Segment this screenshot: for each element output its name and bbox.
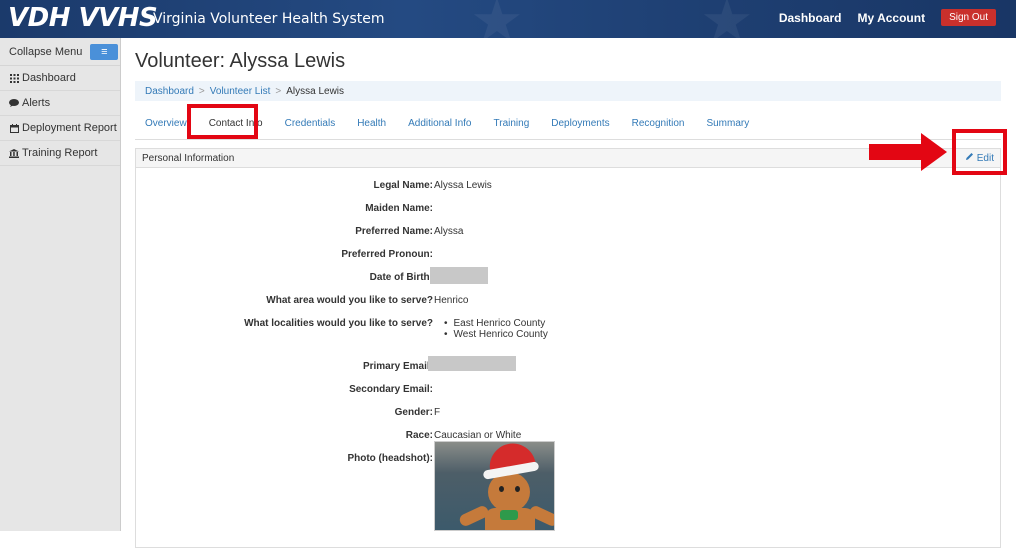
field-label: Maiden Name: xyxy=(365,203,433,214)
calendar-icon xyxy=(9,123,19,133)
field-label: Gender: xyxy=(394,407,433,418)
sidebar-item-label: Training Report xyxy=(22,147,98,159)
sidebar: Collapse Menu ≡ Dashboard Alerts Deploym… xyxy=(0,38,121,531)
breadcrumb-separator: > xyxy=(275,85,282,97)
sidebar-item-alerts[interactable]: Alerts xyxy=(0,91,120,116)
sidebar-item-training-report[interactable]: Training Report xyxy=(0,141,120,166)
field-value: Henrico xyxy=(434,295,469,306)
tab-credentials[interactable]: Credentials xyxy=(285,118,336,129)
field-label: Legal Name: xyxy=(373,180,433,191)
tab-deployments[interactable]: Deployments xyxy=(551,118,609,129)
page-title: Volunteer: Alyssa Lewis xyxy=(135,50,346,72)
sign-out-button[interactable]: Sign Out xyxy=(941,9,996,26)
sidebar-item-dashboard[interactable]: Dashboard xyxy=(0,66,120,91)
list-item: East Henrico County xyxy=(444,318,548,329)
chat-icon xyxy=(9,99,19,107)
sidebar-item-label: Alerts xyxy=(22,97,51,109)
headshot-photo xyxy=(434,441,555,531)
tab-overview[interactable]: Overview xyxy=(145,118,187,129)
breadcrumb-separator: > xyxy=(198,85,205,97)
red-arrow-icon xyxy=(869,133,947,171)
main-content: Volunteer: Alyssa Lewis Dashboard > Volu… xyxy=(135,38,1001,548)
breadcrumb-dashboard[interactable]: Dashboard xyxy=(145,86,194,97)
field-value: F xyxy=(434,407,441,418)
localities-list: East Henrico County West Henrico County xyxy=(444,318,548,340)
field-label: Race: xyxy=(405,430,433,441)
brand-logo[interactable]: VDH VVHS xyxy=(8,3,158,33)
redacted-email xyxy=(428,356,516,371)
collapse-menu-button[interactable]: ≡ xyxy=(90,43,119,60)
breadcrumb: Dashboard > Volunteer List > Alyssa Lewi… xyxy=(135,81,1001,101)
collapse-menu-label: Collapse Menu xyxy=(9,45,83,58)
collapse-menu-row: Collapse Menu ≡ xyxy=(0,38,120,66)
field-label: Primary Email: xyxy=(362,361,433,372)
redacted-dob xyxy=(430,267,488,284)
tab-training[interactable]: Training xyxy=(494,118,530,129)
list-item: West Henrico County xyxy=(444,329,548,340)
tab-recognition[interactable]: Recognition xyxy=(632,118,685,129)
field-value: Caucasian or White xyxy=(434,430,522,441)
highlight-box-edit xyxy=(952,129,1007,175)
tab-additional-info[interactable]: Additional Info xyxy=(408,118,471,129)
field-value: Alyssa xyxy=(434,226,464,237)
field-value: Alyssa Lewis xyxy=(434,180,492,191)
bank-icon xyxy=(9,148,19,158)
sidebar-item-deployment-report[interactable]: Deployment Report xyxy=(0,116,120,141)
field-label: What area would you like to serve? xyxy=(266,295,433,306)
field-label: Preferred Name: xyxy=(355,226,433,237)
personal-info-panel: Personal Information Edit Legal Name: Al… xyxy=(135,148,1001,548)
field-label: Date of Birth: xyxy=(369,272,433,283)
hamburger-icon: ≡ xyxy=(101,45,108,58)
highlight-box-contact-tab xyxy=(187,104,258,139)
panel-title: Personal Information xyxy=(142,152,235,164)
brand-subtitle: Virginia Volunteer Health System xyxy=(153,11,385,27)
tab-summary[interactable]: Summary xyxy=(706,118,749,129)
breadcrumb-volunteer-list[interactable]: Volunteer List xyxy=(210,86,271,97)
breadcrumb-current: Alyssa Lewis xyxy=(286,85,345,97)
nav-dashboard-link[interactable]: Dashboard xyxy=(779,11,842,25)
field-label: Photo (headshot): xyxy=(347,453,433,464)
field-label: Secondary Email: xyxy=(349,384,433,395)
nav-my-account-link[interactable]: My Account xyxy=(858,11,926,25)
grid-icon xyxy=(9,73,19,83)
field-label: Preferred Pronoun: xyxy=(341,249,433,260)
tab-health[interactable]: Health xyxy=(357,118,386,129)
field-label: What localities would you like to serve? xyxy=(244,318,433,329)
sidebar-item-label: Dashboard xyxy=(22,72,76,84)
top-navbar: ★ ★ VDH VVHS Virginia Volunteer Health S… xyxy=(0,0,1016,38)
sidebar-item-label: Deployment Report xyxy=(22,122,117,134)
